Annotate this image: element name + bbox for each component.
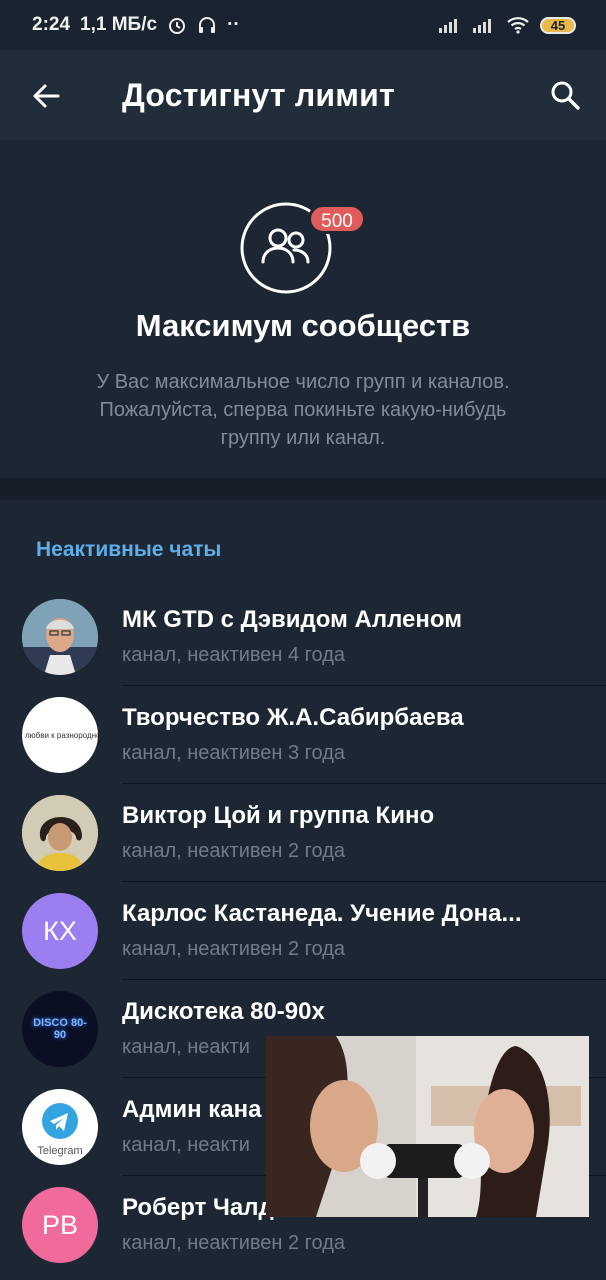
avatar-text: От любви к разнородно...	[22, 730, 98, 740]
avatar: DISCO 80-90	[22, 991, 98, 1067]
avatar-initials: КХ	[43, 915, 77, 946]
chat-subtitle: канал, неакти	[122, 1036, 250, 1058]
chat-subtitle: канал, неакти	[122, 1134, 250, 1156]
page-title: Достигнут лимит	[122, 77, 395, 113]
section-divider	[0, 478, 606, 500]
chat-item[interactable]: Виктор Цой и группа Кино канал, неактиве…	[0, 784, 606, 882]
chat-subtitle: канал, неактивен 2 года	[122, 840, 345, 862]
chat-title: Виктор Цой и группа Кино	[122, 802, 435, 829]
chat-title: МК GTD с Дэвидом Алленом	[122, 606, 462, 633]
limit-heading: Максимум сообществ	[135, 308, 471, 343]
avatar-logo-text: Telegram	[37, 1145, 83, 1157]
video-overlay[interactable]	[266, 1036, 589, 1217]
avatar	[22, 795, 98, 871]
alarm-icon	[167, 15, 187, 35]
status-time: 2:24	[32, 14, 71, 35]
limit-info: 500 Максимум сообществ У Вас максимально…	[0, 140, 606, 478]
chat-subtitle: канал, неактивен 2 года	[122, 938, 345, 960]
chat-title: Дискотека 80-90х	[122, 998, 325, 1025]
chat-item[interactable]: МК GTD с Дэвидом Алленом канал, неактиве…	[0, 588, 606, 686]
limit-description: У Вас максимальное число групп и каналов…	[96, 371, 510, 449]
avatar-initials: РВ	[41, 1209, 79, 1240]
chat-title: Творчество Ж.А.Сабирбаева	[122, 704, 464, 731]
app-bar: Достигнут лимит	[0, 50, 606, 140]
arrow-left-icon[interactable]	[28, 78, 64, 114]
chat-subtitle: канал, неактивен 4 года	[122, 644, 345, 666]
chat-item[interactable]: КХ Карлос Кастанеда. Учение Дона... кана…	[0, 882, 606, 980]
avatar	[22, 599, 98, 675]
chat-subtitle: канал, неактивен 2 года	[122, 1232, 345, 1254]
chat-title: Карлос Кастанеда. Учение Дона...	[122, 900, 522, 927]
avatar-logo-text: DISCO 80-90	[33, 1017, 87, 1041]
battery-icon: 45	[540, 16, 576, 34]
avatar: КХ	[22, 893, 98, 969]
limit-badge: 500	[308, 204, 366, 234]
signal-2-icon	[472, 16, 496, 34]
chat-subtitle: канал, неактивен 3 года	[122, 742, 345, 764]
more-notifications-icon: ··	[227, 14, 240, 35]
signal-icon	[438, 16, 462, 34]
status-bar: 2:24 1,1 МБ/с ·· 45	[0, 0, 606, 50]
avatar: От любви к разнородно...	[22, 697, 98, 773]
wifi-icon	[506, 16, 530, 34]
avatar: Telegram	[22, 1089, 98, 1165]
section-header: Неактивные чаты	[36, 538, 222, 561]
status-speed: 1,1 МБ/с	[80, 14, 158, 35]
chat-item[interactable]: От любви к разнородно... Творчество Ж.А.…	[0, 686, 606, 784]
headphones-icon	[197, 15, 217, 35]
search-icon[interactable]	[546, 76, 586, 116]
avatar: РВ	[22, 1187, 98, 1263]
